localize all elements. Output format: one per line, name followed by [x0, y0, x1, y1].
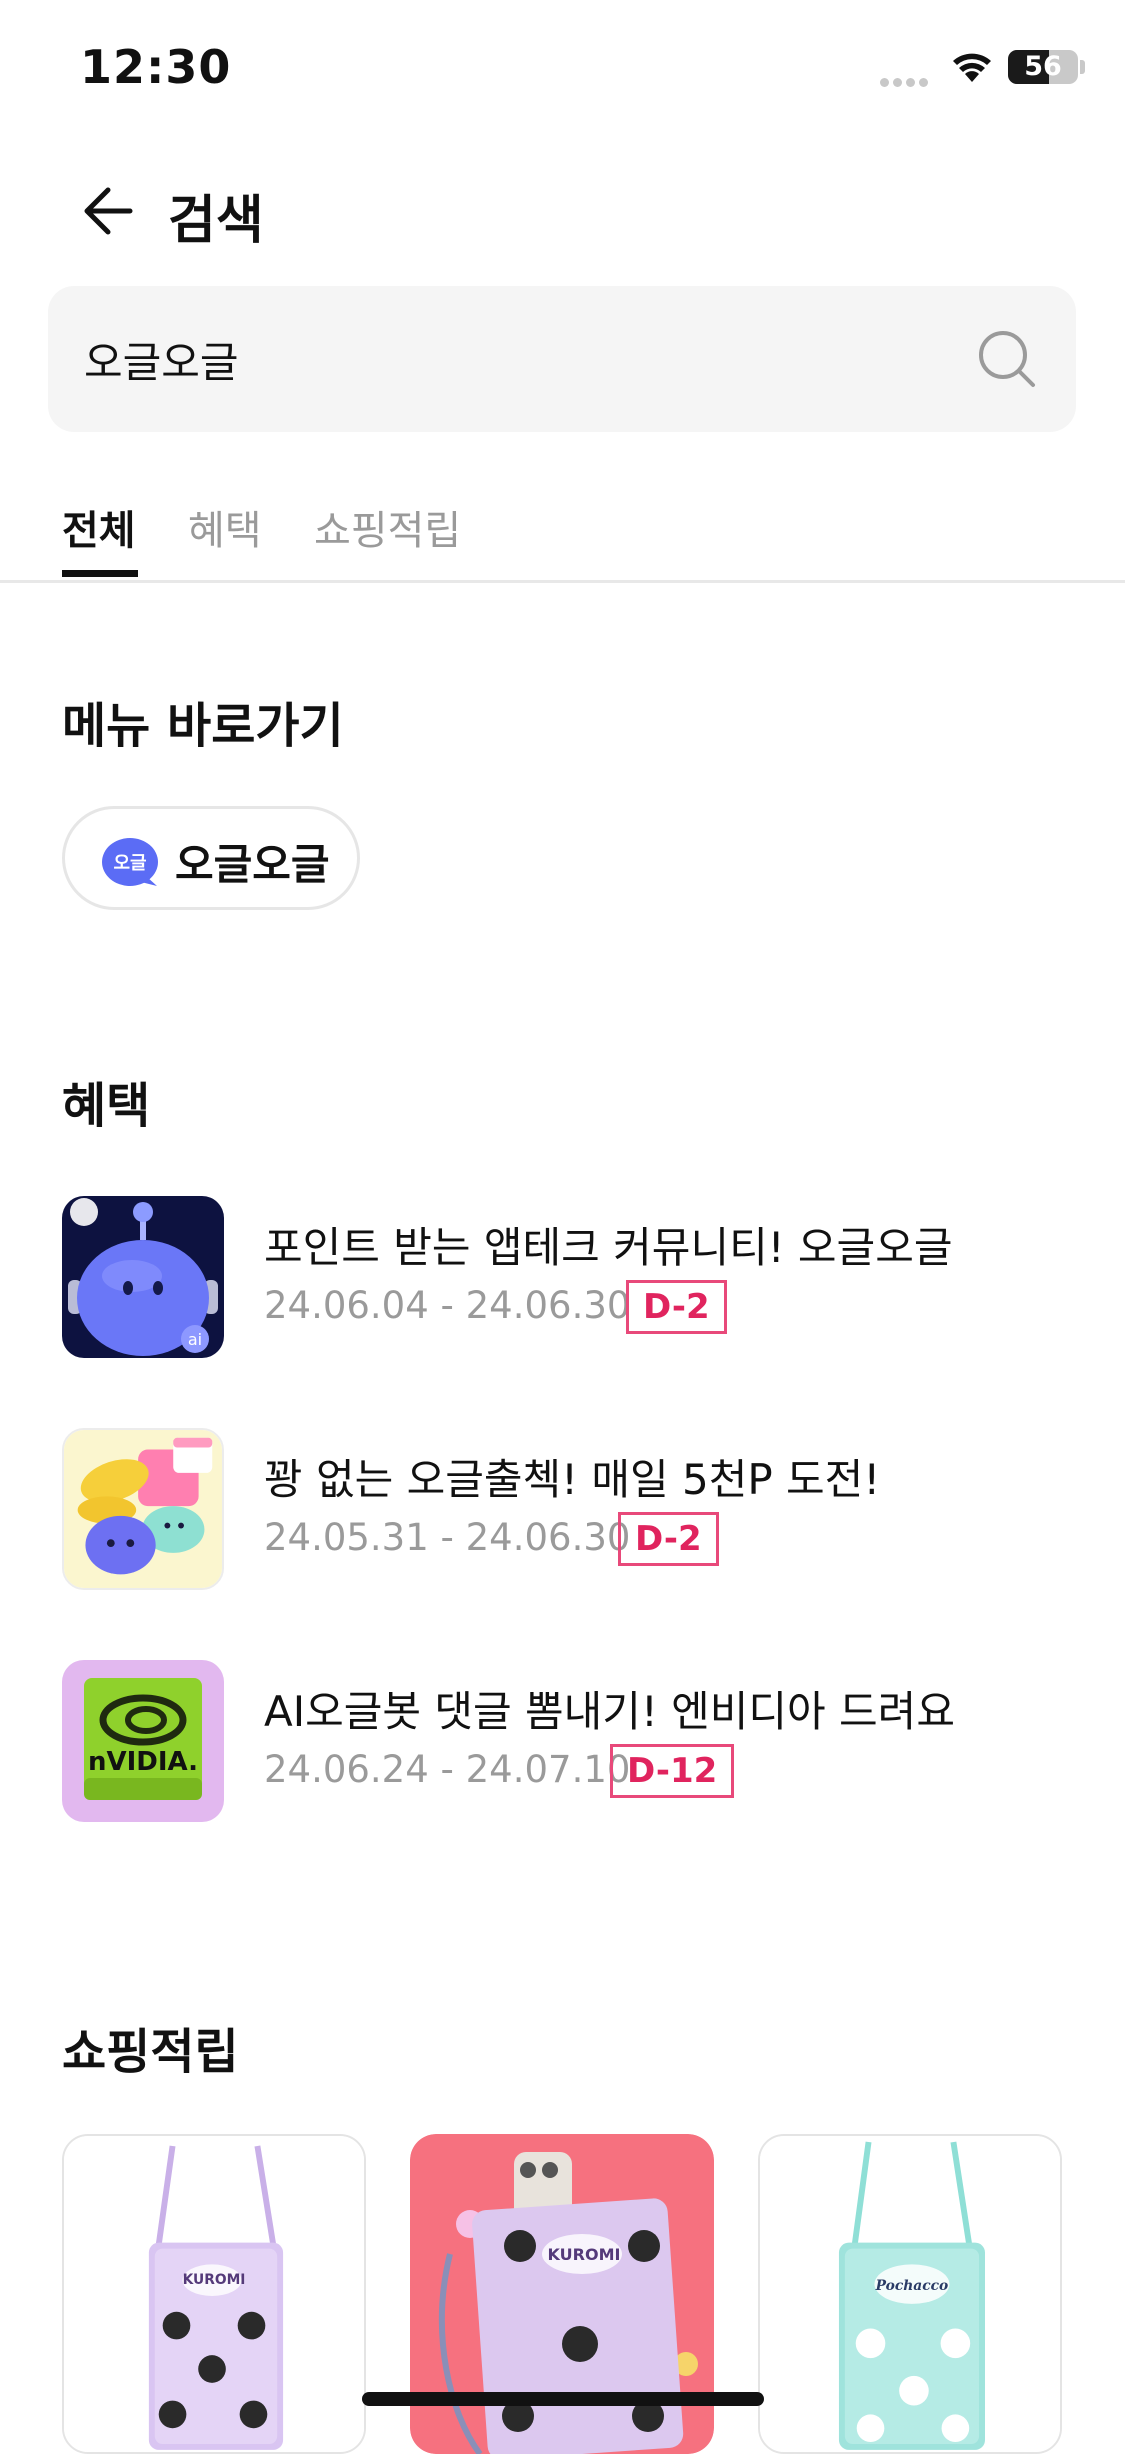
- benefit-title: 꽝 없는 오글출첵! 매일 5천P 도전!: [264, 1455, 881, 1504]
- benefit-title: 포인트 받는 앱테크 커뮤니티! 오글오글: [264, 1223, 953, 1272]
- home-indicator[interactable]: [362, 2392, 764, 2406]
- robot-character-image: ai: [62, 1196, 224, 1358]
- page-title: 검색: [168, 191, 264, 251]
- d-day-badge: D-2: [618, 1512, 719, 1566]
- cellular-signal-icon: [880, 72, 932, 87]
- search-input[interactable]: [84, 326, 964, 392]
- search-icon[interactable]: [976, 328, 1038, 390]
- d-day-badge: D-12: [610, 1744, 735, 1798]
- menu-chip-label: 오글오글: [175, 840, 330, 889]
- product-card-kuromi-pink[interactable]: KUROMI: [410, 2134, 714, 2454]
- status-bar: 12:30 56: [0, 0, 1125, 140]
- product-brand-text: Pochacco: [875, 2278, 949, 2294]
- product-brand-text: KUROMI: [548, 2245, 621, 2264]
- nvidia-logo-text: nVIDIA.: [88, 1747, 198, 1777]
- status-time: 12:30: [80, 40, 232, 94]
- product-brand-text: KUROMI: [183, 2272, 246, 2288]
- battery-icon: 56: [1008, 50, 1078, 84]
- battery-tip: [1080, 60, 1085, 74]
- product-card-pochacco-mint[interactable]: Pochacco: [758, 2134, 1062, 2454]
- benefit-item[interactable]: 꽝 없는 오글출첵! 매일 5천P 도전! 24.05.31 - 24.06.3…: [62, 1428, 1062, 1592]
- menu-chip-ogleogle[interactable]: 오글 오글오글: [62, 806, 360, 910]
- benefit-date: 24.05.31 - 24.06.30: [264, 1516, 631, 1559]
- header: 검색: [0, 160, 1125, 260]
- tab-active-underline: [62, 570, 138, 577]
- chat-bubble-icon: 오글: [102, 838, 158, 886]
- tab-bar: 전체 혜택 쇼핑적립: [0, 490, 1125, 583]
- battery-level: 56: [1024, 51, 1062, 82]
- benefit-date: 24.06.24 - 24.07.10: [264, 1748, 631, 1791]
- tab-benefits[interactable]: 혜택: [188, 498, 262, 556]
- wifi-icon: [953, 53, 991, 82]
- d-day-badge: D-2: [626, 1280, 727, 1334]
- product-card-kuromi-lavender[interactable]: KUROMI: [62, 2134, 366, 2454]
- tab-all[interactable]: 전체: [62, 498, 136, 556]
- benefit-date: 24.06.04 - 24.06.30: [264, 1284, 631, 1327]
- benefit-item[interactable]: nVIDIA. AI오글봇 댓글 뽐내기! 엔비디아 드려요 24.06.24 …: [62, 1660, 1062, 1824]
- menu-shortcuts-title: 메뉴 바로가기: [62, 698, 344, 754]
- chip-icon-text: 오글: [113, 853, 146, 874]
- shopping-title: 쇼핑적립: [62, 2024, 239, 2080]
- search-box[interactable]: [48, 286, 1076, 432]
- calendar-characters-image: [62, 1428, 224, 1590]
- svg-text:ai: ai: [188, 1330, 202, 1349]
- benefit-item[interactable]: ai 포인트 받는 앱테크 커뮤니티! 오글오글 24.06.04 - 24.0…: [62, 1196, 1062, 1360]
- benefit-title: AI오글봇 댓글 뽐내기! 엔비디아 드려요: [264, 1687, 955, 1736]
- arrow-left-icon[interactable]: [78, 180, 140, 242]
- tab-shopping-points[interactable]: 쇼핑적립: [314, 498, 461, 556]
- nvidia-logo-image: nVIDIA.: [62, 1660, 224, 1822]
- product-carousel[interactable]: KUROMI KUROMI Pochacco: [62, 2134, 1072, 2454]
- benefits-title: 혜택: [62, 1078, 151, 1134]
